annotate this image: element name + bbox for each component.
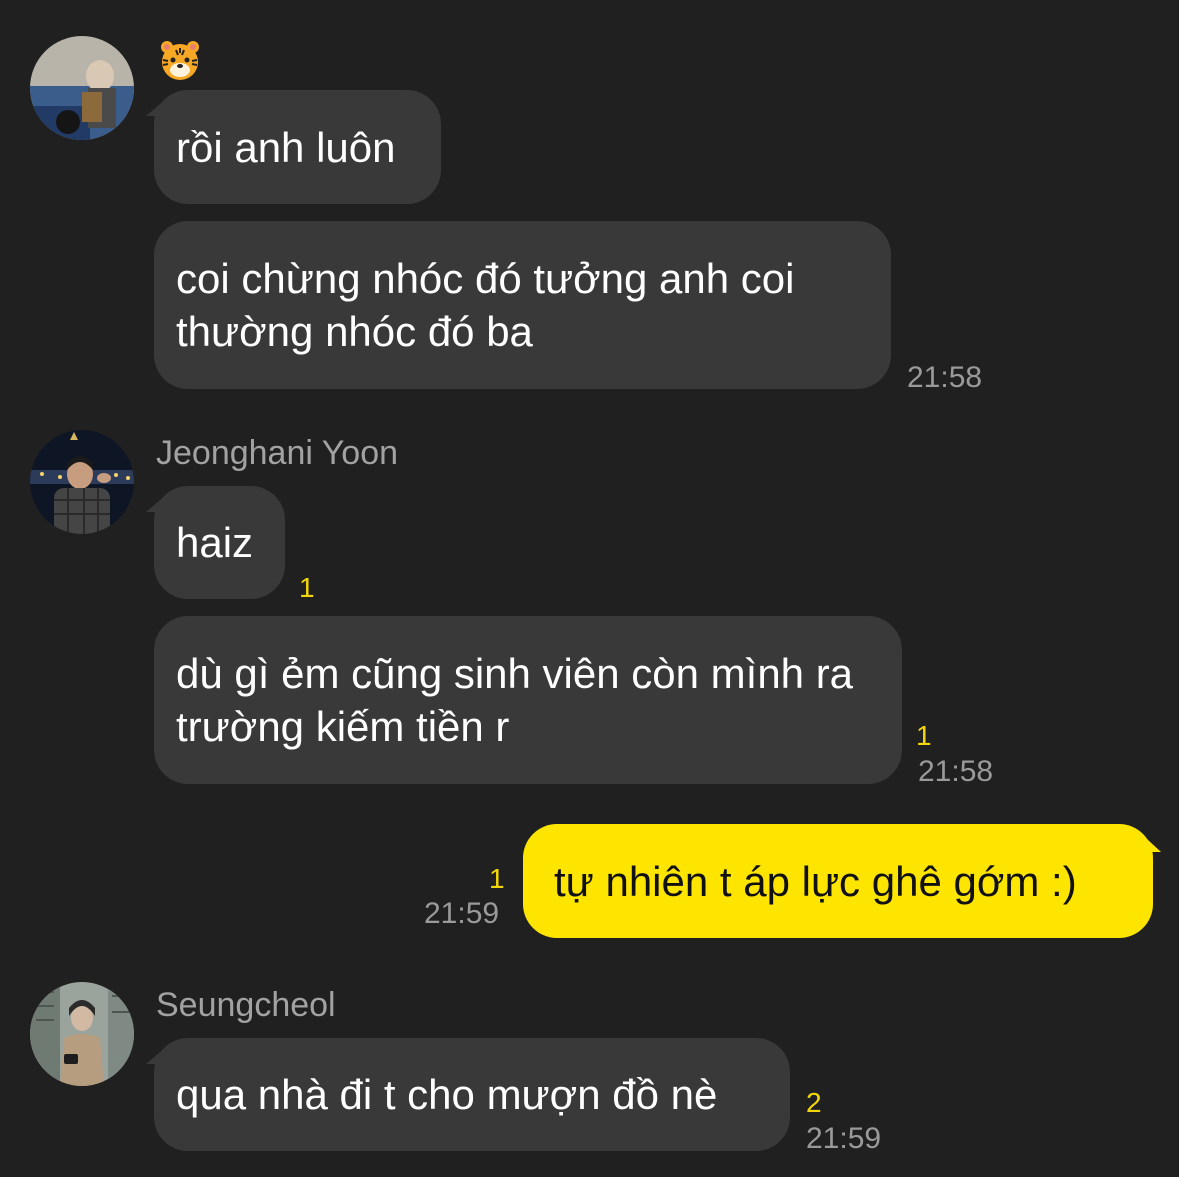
avatar[interactable]	[30, 982, 134, 1086]
message-bubble[interactable]: dù gì ẻm cũng sinh viên còn mình ra trườ…	[154, 616, 902, 784]
unread-count: 1	[299, 572, 315, 603]
unread-count: 1	[916, 720, 932, 751]
avatar-photo-icon	[30, 982, 134, 1086]
tiger-face-icon	[158, 38, 202, 82]
message-time: 21:59	[424, 897, 500, 930]
avatar-photo-icon	[30, 36, 134, 140]
message-bubble[interactable]: rồi anh luôn	[154, 90, 441, 204]
message-text: coi chừng nhóc đó tưởng anh coi thường n…	[176, 255, 795, 355]
message-time: 21:58	[918, 755, 994, 788]
message-text: qua nhà đi t cho mượn đồ nè	[176, 1071, 718, 1118]
message-text: rồi anh luôn	[176, 123, 396, 171]
avatar[interactable]	[30, 430, 134, 534]
message-text: dù gì ẻm cũng sinh viên còn mình ra trườ…	[176, 650, 854, 750]
my-message-bubble[interactable]: tự nhiên t áp lực ghê gớm :)	[523, 824, 1153, 938]
avatar-photo-icon	[30, 430, 134, 534]
message-bubble[interactable]: qua nhà đi t cho mượn đồ nè	[154, 1038, 790, 1151]
unread-count: 1	[489, 863, 505, 894]
unread-count: 2	[806, 1087, 822, 1118]
sender-name: Jeonghani Yoon	[156, 434, 399, 472]
bubble-tail	[1135, 828, 1161, 852]
avatar[interactable]	[30, 36, 134, 140]
message-time: 21:58	[907, 361, 983, 394]
message-text: haiz	[176, 519, 254, 566]
message-bubble[interactable]: coi chừng nhóc đó tưởng anh coi thường n…	[154, 221, 891, 389]
message-time: 21:59	[806, 1122, 882, 1155]
sender-name: Seungcheol	[156, 986, 336, 1024]
message-text: tự nhiên t áp lực ghê gớm :)	[554, 857, 1077, 905]
message-bubble[interactable]: haiz	[154, 486, 285, 599]
